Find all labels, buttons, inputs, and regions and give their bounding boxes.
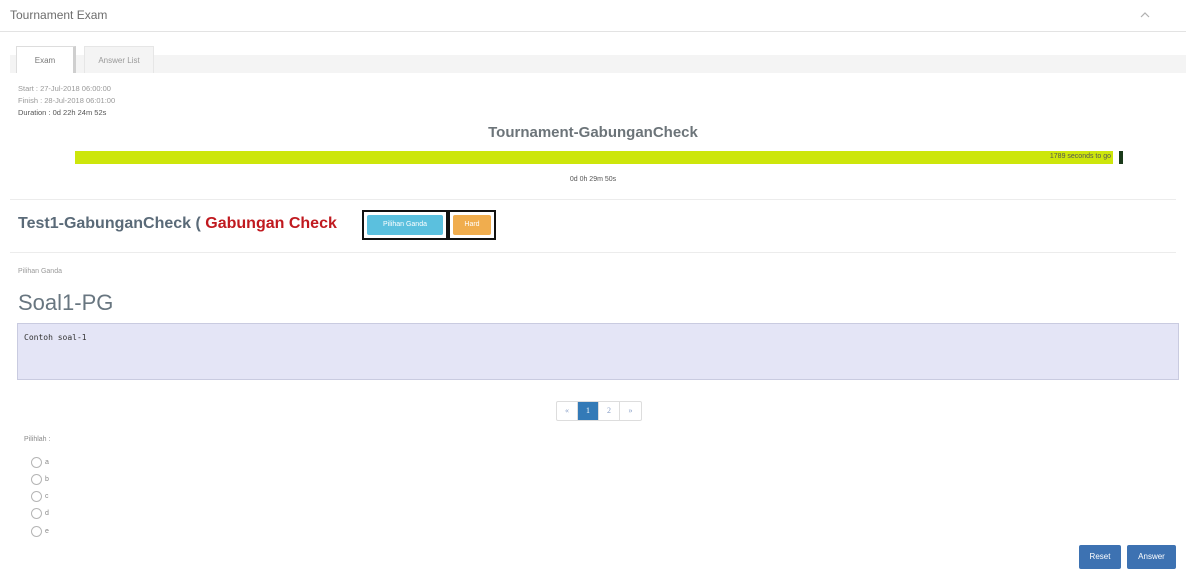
radio-button[interactable]	[31, 508, 42, 519]
radio-button[interactable]	[31, 491, 42, 502]
panel-title: Tournament Exam	[10, 8, 108, 22]
pagination-page-2[interactable]: 2	[599, 402, 620, 420]
question-body-box: Contoh soal-1	[17, 323, 1179, 380]
test-heading: Test1-GabunganCheck ( Gabungan Check	[18, 215, 337, 233]
time-progress-bar: 1789 seconds to go	[75, 151, 1123, 164]
countdown-timer: 0d 0h 29m 50s	[569, 176, 617, 183]
test-type: Gabungan Check	[200, 215, 337, 232]
question-pagination: « 1 2 »	[556, 401, 642, 421]
option-label: c	[45, 493, 49, 500]
reset-button[interactable]: Reset	[1079, 545, 1121, 569]
finish-time: Finish : 28-Jul-2018 06:01:00	[18, 96, 116, 105]
option-label: e	[45, 528, 49, 535]
pagination-prev[interactable]: «	[557, 402, 578, 420]
option-label: a	[45, 459, 49, 466]
panel-header: Tournament Exam	[0, 0, 1186, 32]
start-time: Start : 27-Jul-2018 06:00:00	[18, 84, 111, 93]
answer-option-d[interactable]: d	[31, 508, 49, 519]
progress-fill	[75, 151, 1113, 164]
radio-button[interactable]	[31, 457, 42, 468]
answer-prompt: Pilihlah :	[24, 436, 51, 443]
pilihan-ganda-badge[interactable]: Pilihan Ganda	[367, 215, 443, 235]
question-type-label: Pilihan Ganda	[18, 268, 62, 275]
badge-outline-level: Hard	[448, 210, 496, 240]
tab-answer-list[interactable]: Answer List	[84, 46, 154, 73]
answer-option-e[interactable]: e	[31, 526, 49, 537]
answer-button[interactable]: Answer	[1127, 545, 1176, 569]
option-label: d	[45, 510, 49, 517]
answer-option-c[interactable]: c	[31, 491, 49, 502]
answer-option-a[interactable]: a	[31, 457, 49, 468]
chevron-up-icon[interactable]	[1138, 8, 1152, 22]
tab-exam[interactable]: Exam	[16, 46, 76, 73]
radio-button[interactable]	[31, 474, 42, 485]
tab-bar	[10, 55, 1186, 73]
progress-end-marker	[1119, 151, 1123, 164]
progress-label: 1789 seconds to go	[1049, 153, 1111, 160]
question-text: Contoh soal-1	[24, 333, 87, 342]
tournament-title: Tournament-GabunganCheck	[488, 124, 698, 141]
pagination-page-1[interactable]: 1	[578, 402, 599, 420]
answer-option-b[interactable]: b	[31, 474, 49, 485]
difficulty-badge[interactable]: Hard	[453, 215, 491, 235]
question-title: Soal1-PG	[18, 290, 114, 315]
pagination-next[interactable]: »	[620, 402, 641, 420]
test-name: Test1-GabunganCheck (	[18, 215, 201, 232]
duration: Duration : 0d 22h 24m 52s	[18, 108, 107, 117]
radio-button[interactable]	[31, 526, 42, 537]
option-label: b	[45, 476, 49, 483]
divider	[10, 199, 1176, 200]
badge-outline-pg: Pilihan Ganda	[362, 210, 448, 240]
divider	[10, 252, 1176, 253]
